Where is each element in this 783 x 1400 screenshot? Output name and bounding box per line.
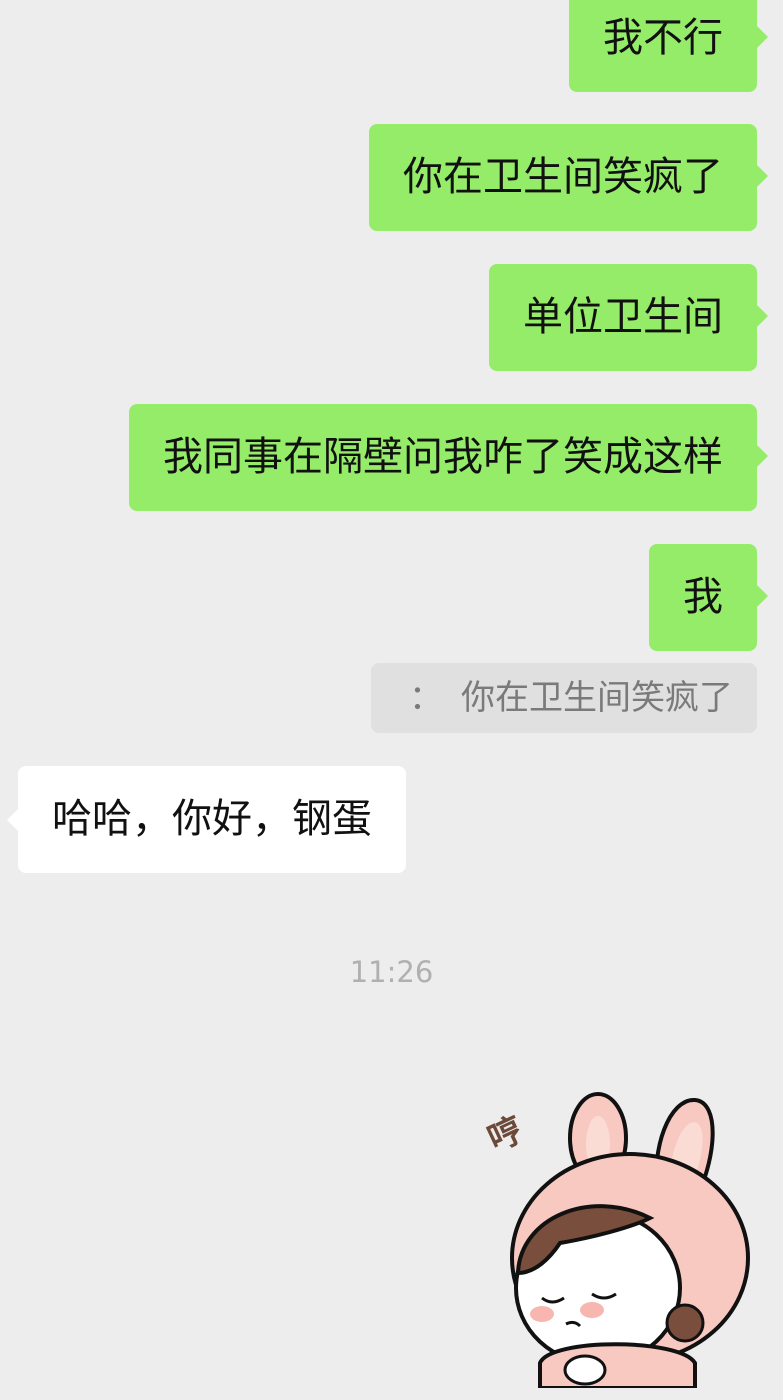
- svg-text:哼: 哼: [482, 1110, 530, 1161]
- quote-separator: ：: [409, 678, 443, 718]
- quote-text: 你在卫生间笑疯了: [461, 678, 733, 718]
- message-bubble-outgoing[interactable]: 单位卫生间: [489, 264, 768, 371]
- message-bubble-outgoing[interactable]: 我: [649, 544, 768, 651]
- message-text: 单位卫生间: [523, 294, 723, 340]
- message-bubble-incoming[interactable]: 哈哈，你好，钢蛋: [7, 766, 406, 873]
- sticker-message[interactable]: 哼: [480, 1088, 760, 1390]
- timestamp: 11:26: [349, 955, 434, 989]
- quoted-message[interactable]: ： 你在卫生间笑疯了: [371, 663, 757, 733]
- message-text: 我同事在隔壁问我咋了笑成这样: [163, 434, 723, 480]
- message-text: 我不行: [603, 15, 723, 61]
- message-text: 我: [683, 574, 723, 620]
- message-bubble-outgoing[interactable]: 我同事在隔壁问我咋了笑成这样: [129, 404, 768, 511]
- message-bubble-outgoing[interactable]: 你在卫生间笑疯了: [369, 124, 768, 231]
- message-text: 哈哈，你好，钢蛋: [52, 796, 372, 842]
- message-bubble-outgoing[interactable]: 我不行: [569, 0, 768, 92]
- message-text: 你在卫生间笑疯了: [403, 154, 723, 200]
- chat-view: 我不行 你在卫生间笑疯了 单位卫生间 我同事在隔壁问我咋了笑成这样 我 ： 你在卫…: [0, 0, 783, 1400]
- bunny-girl-sticker-icon: 哼: [482, 1092, 750, 1390]
